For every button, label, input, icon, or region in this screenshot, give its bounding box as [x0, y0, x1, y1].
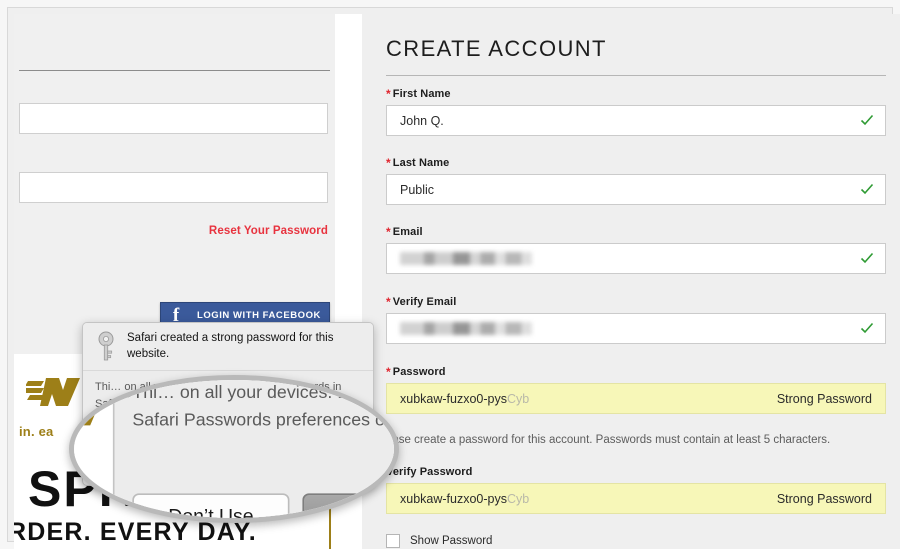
valid-check-icon — [860, 114, 874, 126]
dialog-title: Safari created a strong password for thi… — [127, 332, 334, 360]
magnifier-lens: in. ea SPRING * Password xubkaw-fuzxo0-p… — [69, 375, 399, 523]
required-marker: * — [386, 156, 391, 170]
last-name-input[interactable]: Public — [386, 174, 886, 205]
email-input[interactable] — [386, 243, 886, 274]
required-marker: * — [386, 87, 391, 101]
password-input[interactable]: xubkaw-fuzxo0-pysCyb Strong Password — [386, 383, 886, 414]
valid-check-icon — [860, 322, 874, 334]
magnified-dialog-body: Thi… on all your devices. Look up yo… ss… — [132, 383, 399, 430]
field-label-verify-email: * Verify Email — [386, 295, 457, 309]
page-content: Reset Your Password f LOGIN WITH FACEBOO… — [14, 14, 900, 549]
first-name-value: John Q. — [400, 113, 444, 128]
verify-password-strength-badge: Strong Password — [776, 491, 872, 506]
last-name-value: Public — [400, 182, 435, 197]
field-group-first-name: * First Name John Q. — [386, 86, 900, 136]
magnified-nb-logo — [74, 380, 110, 426]
valid-check-icon — [860, 252, 874, 264]
promo-subline: RDER. EVERY DAY. — [14, 518, 257, 546]
field-label-verify-password: Verify Password — [386, 466, 473, 478]
verify-password-input[interactable]: xubkaw-fuzxo0-pysCyb Strong Password — [386, 483, 886, 514]
show-password-row[interactable]: Show Password — [386, 534, 492, 548]
field-label-first-name: * First Name — [386, 87, 451, 101]
field-group-verify-password: Verify Password xubkaw-fuzxo0-pysCyb Str… — [386, 466, 900, 514]
page-title: CREATE ACCOUNT — [386, 36, 607, 61]
required-marker: * — [386, 365, 391, 379]
field-label-email: * Email — [386, 225, 423, 239]
sign-in-password-input[interactable] — [19, 172, 328, 203]
create-account-panel: CREATE ACCOUNT * First Name John Q. * Last… — [362, 14, 900, 549]
field-label-last-name: * Last Name — [386, 156, 450, 170]
required-marker: * — [386, 295, 391, 309]
password-help-text: ease create a password for this account.… — [386, 434, 831, 446]
promo-subhead: in. ea — [19, 424, 54, 439]
sign-in-title-rule — [19, 70, 330, 71]
field-label-password: * Password — [386, 365, 446, 379]
sign-in-email-input[interactable] — [19, 103, 328, 134]
email-value-redacted — [400, 252, 532, 265]
dialog-header: Safari created a strong password for thi… — [83, 323, 373, 371]
title-rule — [386, 75, 886, 76]
show-password-checkbox[interactable] — [386, 534, 400, 548]
valid-check-icon — [860, 183, 874, 195]
field-group-password: * Password xubkaw-fuzxo0-pysCyb Strong Pa… — [386, 364, 900, 414]
password-value: xubkaw-fuzxo0-pysCyb — [400, 391, 530, 406]
first-name-input[interactable]: John Q. — [386, 105, 886, 136]
field-group-last-name: * Last Name Public — [386, 155, 900, 205]
password-strength-badge: Strong Password — [776, 391, 872, 406]
verify-email-input[interactable] — [386, 313, 886, 344]
verify-email-value-redacted — [400, 322, 532, 335]
field-group-email: * Email — [386, 224, 900, 274]
field-group-verify-email: * Verify Email — [386, 294, 900, 344]
magnifier-content: in. ea SPRING * Password xubkaw-fuzxo0-p… — [74, 380, 399, 518]
key-icon — [98, 331, 114, 361]
required-marker: * — [386, 225, 391, 239]
show-password-label: Show Password — [410, 535, 493, 547]
facebook-button-label: LOGIN WITH FACEBOOK — [197, 310, 321, 321]
reset-password-link[interactable]: Reset Your Password — [19, 225, 328, 237]
verify-password-value: xubkaw-fuzxo0-pysCyb — [400, 491, 530, 506]
browser-window-frame: Reset Your Password f LOGIN WITH FACEBOO… — [0, 0, 900, 549]
